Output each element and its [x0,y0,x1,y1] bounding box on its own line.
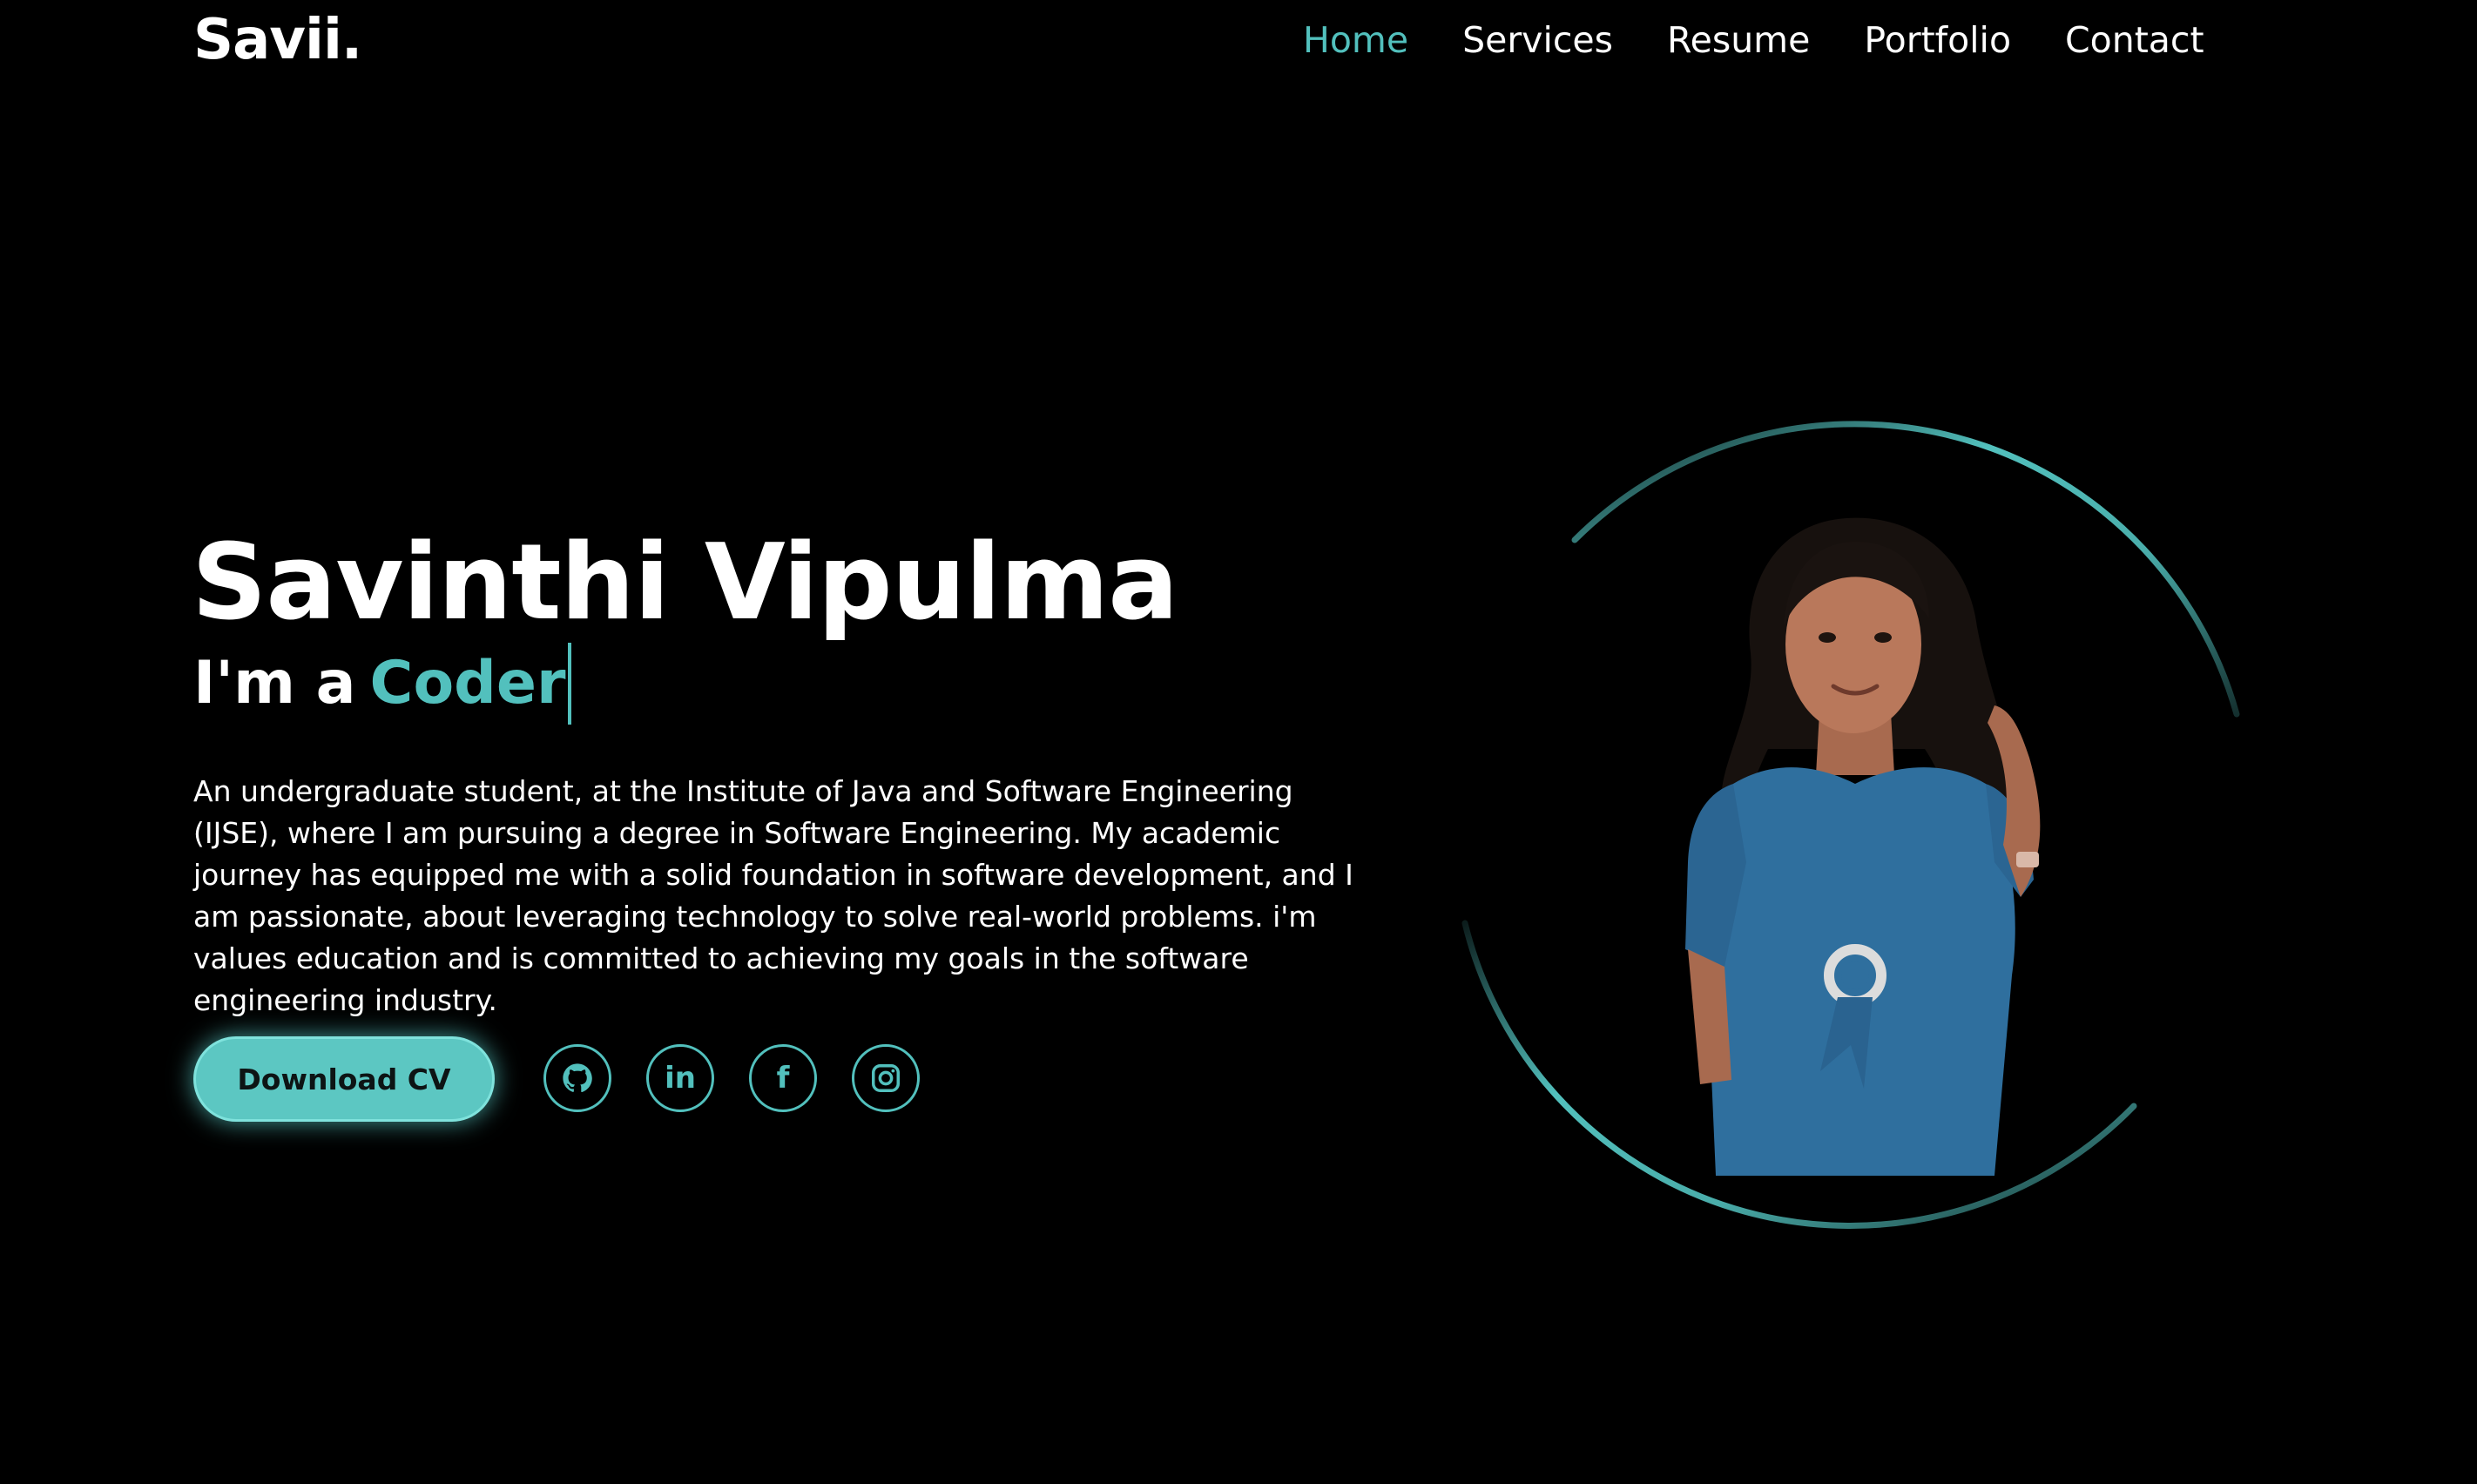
download-cv-button[interactable]: Download CV [193,1036,495,1122]
main-nav: Home Services Resume Portfolio Contact [1303,12,2204,68]
social-links: in f [543,1044,920,1112]
role-prefix: I'm a [193,649,356,718]
hero-description: An undergraduate student, at the Institu… [193,774,1353,1017]
hero-role: I'm a Coder [193,643,571,725]
nav-link-home[interactable]: Home [1303,19,1408,61]
profile-photo [1685,517,2041,1176]
portrait-area [1454,409,2256,1237]
typing-caret [567,643,571,725]
nav-link-resume[interactable]: Resume [1667,19,1810,61]
nav-link-portfolio[interactable]: Portfolio [1864,19,2011,61]
facebook-icon: f [776,1061,790,1096]
github-link[interactable] [543,1044,611,1112]
site-logo[interactable]: Savii. [193,5,362,75]
portrait-graphic [1461,421,2240,1229]
hero-name: Savinthi Vipulma [192,523,1178,644]
github-icon [563,1063,592,1093]
instagram-link[interactable] [852,1044,920,1112]
nav-link-contact[interactable]: Contact [2065,19,2204,61]
portfolio-page: Savii. Home Services Resume Portfolio Co… [0,0,2477,1484]
role-typed-text: Coder [369,649,566,718]
instagram-icon [872,1064,900,1092]
linkedin-icon: in [665,1061,696,1096]
nav-link-services[interactable]: Services [1462,19,1613,61]
facebook-link[interactable]: f [749,1044,817,1112]
linkedin-link[interactable]: in [646,1044,714,1112]
